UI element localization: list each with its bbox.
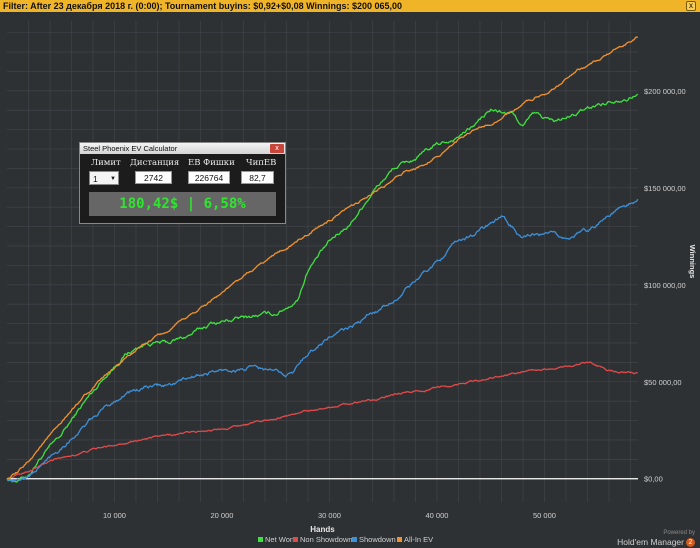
limit-value: 1 (93, 174, 98, 184)
legend-label: Showdown (359, 535, 396, 544)
ev-calculator-window: Steel Phoenix EV Calculator x Лимит Дист… (79, 142, 286, 224)
chart-series (6, 36, 639, 483)
limit-select[interactable]: 1 ▼ (89, 171, 119, 185)
y-tick-label: $200 000,00 (644, 87, 686, 96)
calculator-titlebar[interactable]: Steel Phoenix EV Calculator x (80, 143, 285, 154)
series-line-showdown (6, 198, 639, 483)
winnings-chart: 10 000 20 000 30 000 40 000 50 000 $0,00 $50 0… (6, 21, 697, 544)
distance-field[interactable]: 2742 (135, 171, 172, 184)
legend-swatch (397, 537, 402, 542)
legend-swatch (258, 537, 263, 542)
header-ev-chips: ЕВ Фишки (188, 158, 235, 168)
chip-ev-field[interactable]: 82,7 (241, 171, 274, 184)
y-tick-label: $0,00 (644, 475, 663, 484)
series-line-all-in-ev (6, 36, 638, 480)
x-tick-label: 40 000 (426, 511, 449, 520)
x-tick-label: 20 000 (211, 511, 234, 520)
x-tick-label: 50 000 (533, 511, 556, 520)
calculator-title: Steel Phoenix EV Calculator (83, 144, 178, 153)
chart-grid (7, 21, 638, 502)
result-display: 180,42$ | 6,58% (89, 192, 276, 216)
y-tick-label: $150 000,00 (644, 184, 686, 193)
legend-swatch (352, 537, 357, 542)
header-distance: Дистанция (130, 158, 180, 168)
legend-swatch (293, 537, 298, 542)
close-filter-button[interactable]: x (686, 1, 696, 11)
filter-text: Filter: After 23 декабря 2018 г. (0:00);… (3, 1, 403, 11)
x-tick-label: 10 000 (103, 511, 126, 520)
header-limit: Лимит (91, 158, 121, 168)
calculator-close-button[interactable]: x (270, 144, 284, 153)
y-tick-label: $50 000,00 (644, 378, 682, 387)
header-chip-ev: ЧипЕВ (246, 158, 277, 168)
x-axis-title: Hands (310, 525, 335, 534)
x-tick-label: 30 000 (318, 511, 341, 520)
filter-bar: Filter: After 23 декабря 2018 г. (0:00);… (0, 0, 700, 12)
hm2-logo-icon: 2 (686, 538, 695, 548)
y-axis-title: Winnings (688, 245, 697, 279)
y-tick-label: $100 000,00 (644, 281, 686, 290)
chart-legend: Net Won Non Showdown Showdown All-In EV (258, 535, 433, 544)
powered-by-line1: Powered by (663, 530, 695, 536)
legend-label: Non Showdown (300, 535, 353, 544)
powered-by-product: Hold'em Manager (617, 537, 684, 547)
ev-chips-field[interactable]: 226764 (188, 171, 230, 184)
legend-label: All-In EV (404, 535, 433, 544)
legend-label: Net Won (265, 535, 294, 544)
powered-by: Powered by Hold'em Manager 2 (617, 530, 695, 548)
chevron-down-icon: ▼ (110, 176, 116, 182)
